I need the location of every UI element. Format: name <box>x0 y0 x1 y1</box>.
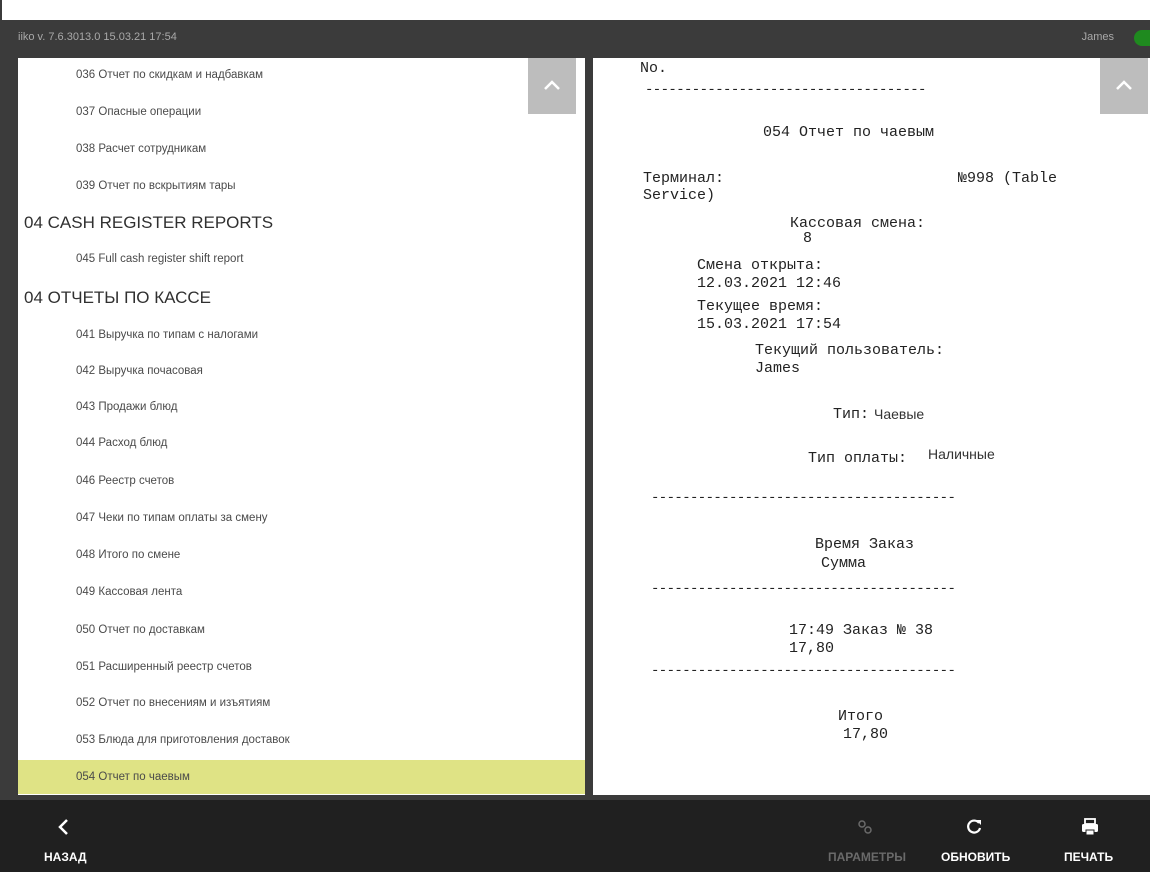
chevron-left-icon <box>58 819 68 835</box>
list-item[interactable]: 044 Расход блюд <box>18 428 585 458</box>
list-item[interactable]: 052 Отчет по внесениям и изъятиям <box>18 688 585 718</box>
back-button[interactable]: НАЗАД <box>30 800 100 872</box>
opened-value: 12.03.2021 12:46 <box>697 275 842 292</box>
current-user-value: James <box>755 360 801 377</box>
receipt-title: 054 Отчет по чаевым <box>763 124 935 141</box>
list-item[interactable]: 053 Блюда для приготовления доставок <box>18 725 585 755</box>
print-button[interactable]: ПЕЧАТЬ <box>1052 800 1128 872</box>
chevron-up-icon <box>1116 80 1132 90</box>
refresh-label: ОБНОВИТЬ <box>941 850 1011 864</box>
section-header: 04 CASH REGISTER REPORTS <box>24 213 274 232</box>
version-info: iiko v. 7.6.3013.0 15.03.21 17:54 <box>18 31 177 43</box>
type-value: Чаевые <box>874 406 925 422</box>
list-item[interactable]: 039 Отчет по вскрытиям тары <box>18 171 585 201</box>
title-bar: iiko v. 7.6.3013.0 15.03.21 17:54 James <box>0 20 1150 56</box>
current-user-label: Текущий пользователь: <box>755 342 945 359</box>
receipt-no: No. <box>640 60 668 77</box>
chevron-up-icon <box>544 80 560 90</box>
section-header: 04 ОТЧЕТЫ ПО КАССЕ <box>24 288 211 307</box>
list-item[interactable]: 041 Выручка по типам с налогами <box>18 320 585 350</box>
parameters-label: ПАРАМЕТРЫ <box>828 850 906 864</box>
terminal-label: Терминал: <box>643 170 725 187</box>
total-label: Итого <box>838 708 884 725</box>
shift-value: 8 <box>803 230 813 247</box>
terminal-value-cont: Service) <box>643 187 716 204</box>
receipt-separator: ------------------------------------ <box>645 82 926 98</box>
list-item[interactable]: 048 Итого по смене <box>18 540 585 570</box>
bottom-toolbar: НАЗАД ПАРАМЕТРЫ ОБНОВИТЬ ПЕЧАТЬ <box>0 800 1150 872</box>
list-item[interactable]: 046 Реестр счетов <box>18 466 585 496</box>
pay-type-value: Наличные <box>928 446 995 462</box>
receipt-separator: --------------------------------------- <box>651 581 956 597</box>
list-item[interactable]: 043 Продажи блюд <box>18 392 585 422</box>
scroll-up-button[interactable] <box>1100 58 1148 114</box>
window-edge <box>0 0 2 20</box>
list-item[interactable]: 042 Выручка почасовая <box>18 356 585 386</box>
current-time-label: Текущее время: <box>697 298 824 315</box>
current-time-value: 15.03.2021 17:54 <box>697 316 842 333</box>
list-item[interactable]: 036 Отчет по скидкам и надбавкам <box>18 60 585 90</box>
order-row-amount: 17,80 <box>789 640 835 657</box>
status-indicator <box>1134 30 1150 46</box>
current-user: James <box>1081 31 1114 43</box>
receipt-separator: --------------------------------------- <box>651 663 956 679</box>
list-item[interactable]: 050 Отчет по доставкам <box>18 615 585 645</box>
refresh-button[interactable]: ОБНОВИТЬ <box>930 800 1018 872</box>
list-item[interactable]: 051 Расширенный реестр счетов <box>18 652 585 682</box>
column-header: Время Заказ <box>815 536 915 553</box>
receipt-separator: --------------------------------------- <box>651 490 956 506</box>
list-item[interactable]: 047 Чеки по типам оплаты за смену <box>18 503 585 533</box>
print-label: ПЕЧАТЬ <box>1064 850 1114 864</box>
type-label: Тип: <box>833 406 870 423</box>
list-item[interactable]: 049 Кассовая лента <box>18 577 585 607</box>
list-item[interactable]: 038 Расчет сотрудникам <box>18 134 585 164</box>
gears-icon <box>858 820 872 834</box>
total-value: 17,80 <box>843 726 889 743</box>
list-item-selected[interactable]: 054 Отчет по чаевым <box>18 760 585 794</box>
opened-label: Смена открыта: <box>697 257 824 274</box>
report-list: 036 Отчет по скидкам и надбавкам 037 Опа… <box>18 58 585 795</box>
refresh-icon <box>967 819 982 834</box>
parameters-button[interactable]: ПАРАМЕТРЫ <box>822 800 908 872</box>
column-header-cont: Сумма <box>821 555 867 572</box>
list-item[interactable]: 037 Опасные операции <box>18 97 585 127</box>
scroll-up-button[interactable] <box>528 58 576 114</box>
pay-type-label: Тип оплаты: <box>808 450 908 467</box>
terminal-value: №998 (Table <box>958 170 1058 187</box>
printer-icon <box>1082 818 1098 836</box>
back-label: НАЗАД <box>44 850 87 864</box>
list-item[interactable]: 045 Full cash register shift report <box>18 244 585 274</box>
order-row: 17:49 Заказ № 38 <box>789 622 934 639</box>
report-preview: No. ------------------------------------… <box>593 58 1150 795</box>
